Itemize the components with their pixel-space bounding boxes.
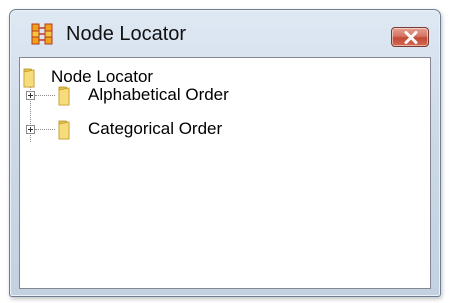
expand-toggle[interactable] [26, 125, 35, 134]
folder-icon [56, 117, 80, 141]
expand-toggle[interactable] [26, 91, 35, 100]
window-title: Node Locator [66, 23, 187, 45]
node-locator-app-icon [31, 23, 53, 45]
node-locator-window: Node Locator Node Locator Alphabetical O… [9, 9, 441, 297]
tree-node-categorical-order[interactable]: Categorical Order [56, 116, 222, 142]
tree-node-label: Alphabetical Order [88, 85, 229, 104]
tree-node-label: Categorical Order [88, 119, 223, 138]
close-icon [404, 31, 418, 44]
close-button[interactable] [391, 27, 429, 47]
tree-view[interactable]: Node Locator Alphabetical Order Categori… [19, 57, 431, 289]
tree-connector-line [35, 95, 55, 96]
title-bar[interactable]: Node Locator [10, 10, 440, 52]
folder-icon [56, 83, 80, 107]
tree-node-alphabetical-order[interactable]: Alphabetical Order [56, 82, 229, 108]
folder-icon [21, 65, 45, 89]
tree-connector-line [35, 129, 55, 130]
